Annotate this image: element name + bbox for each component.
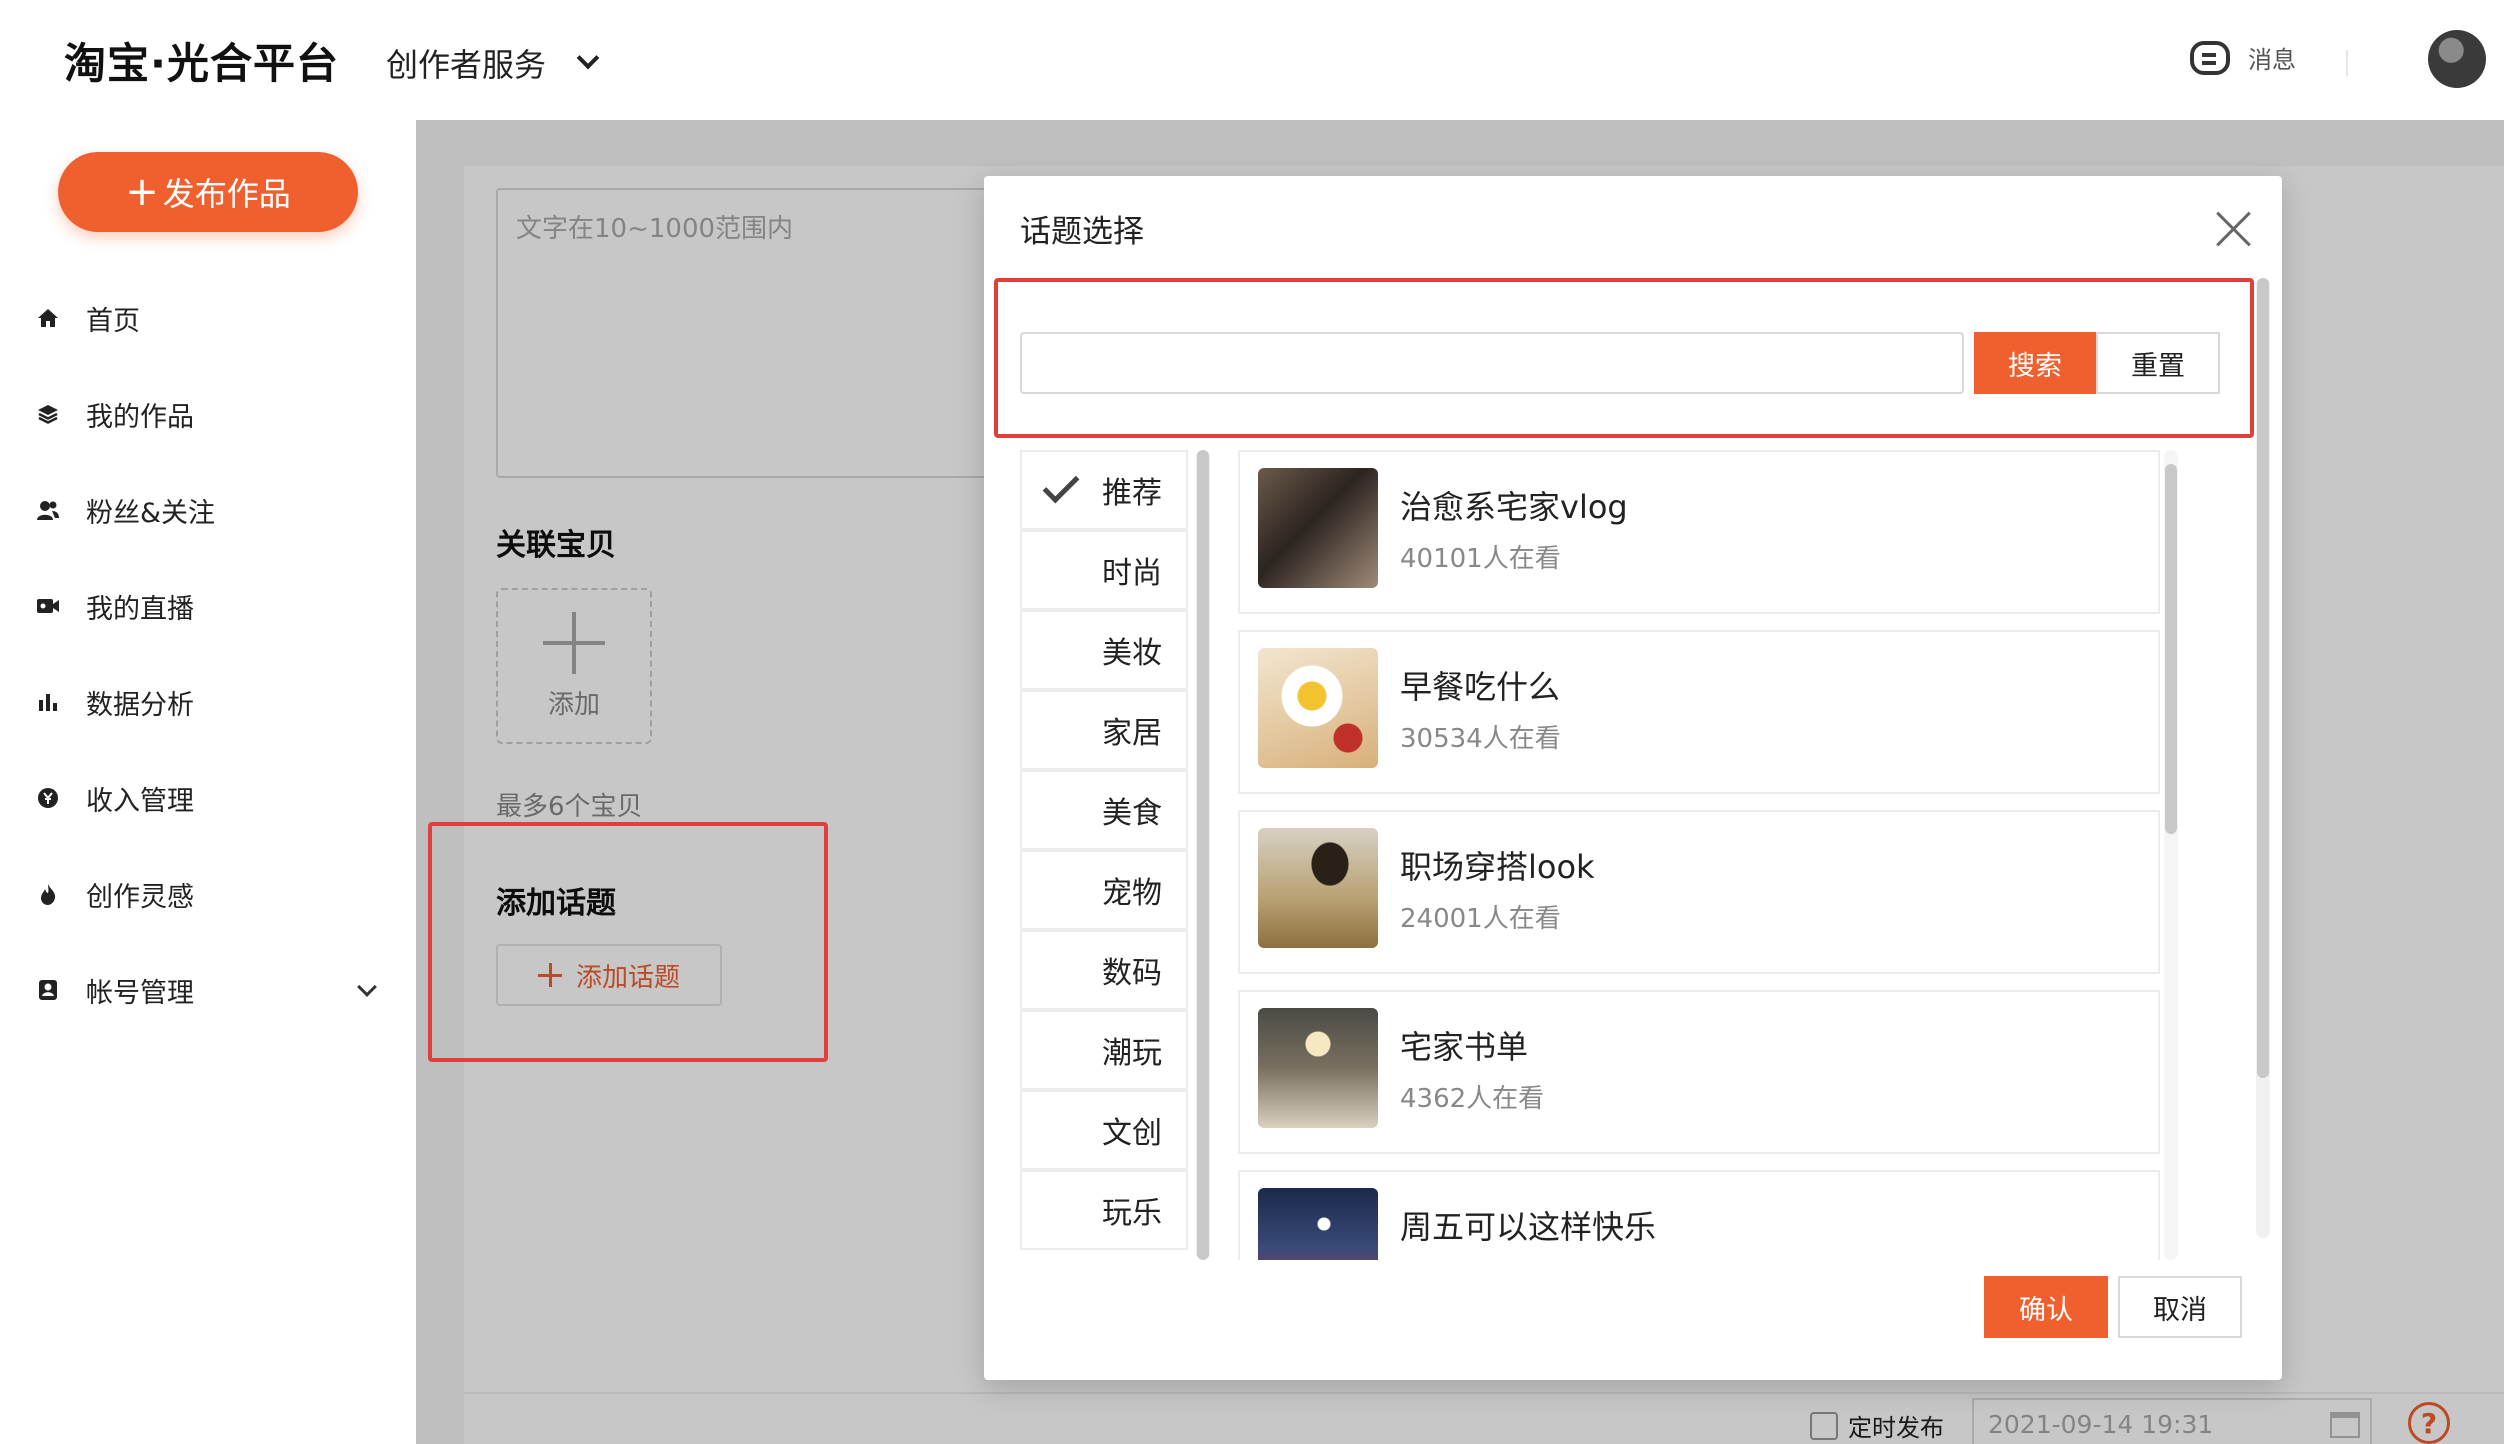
topic-select-dialog: 话题选择 搜索 重置 推荐 时尚 美妆 家居 美食 宠物 数码 潮玩 文创 玩乐… — [984, 176, 2282, 1380]
topic-name: 宅家书单 — [1400, 1028, 1529, 1066]
sidebar-menu: 首页 我的作品 粉丝&关注 我的直播 数据分析 收入管理 创作灵感 帐号管理 — [0, 270, 416, 1038]
category-label: 数码 — [1102, 956, 1162, 991]
flame-icon — [36, 882, 60, 906]
category-item[interactable]: 玩乐 — [1020, 1170, 1188, 1250]
topic-viewers: 24001人在看 — [1400, 904, 1561, 934]
topic-viewers: 40101人在看 — [1400, 544, 1561, 574]
category-label: 潮玩 — [1102, 1036, 1162, 1071]
account-icon — [36, 978, 60, 1002]
sidebar-item-home[interactable]: 首页 — [0, 270, 416, 366]
category-item[interactable]: 时尚 — [1020, 530, 1188, 610]
category-label: 推荐 — [1102, 476, 1162, 511]
publish-work-label: 发布作品 — [162, 175, 291, 213]
dialog-title: 话题选择 — [1020, 214, 1144, 250]
sidebar-item-account[interactable]: 帐号管理 — [0, 942, 416, 1038]
bar-chart-icon — [36, 690, 60, 714]
chevron-down-icon — [357, 977, 377, 997]
sidebar-item-label: 我的直播 — [86, 593, 194, 625]
category-label: 家居 — [1102, 716, 1162, 751]
dialog-scrollbar[interactable] — [2256, 278, 2270, 1238]
sidebar-item-analytics[interactable]: 数据分析 — [0, 654, 416, 750]
sidebar-item-label: 数据分析 — [86, 689, 194, 721]
topic-list: 治愈系宅家vlog 40101人在看 早餐吃什么 30534人在看 职场穿搭lo… — [1238, 450, 2160, 1260]
topic-viewers: 4362人在看 — [1400, 1084, 1545, 1114]
sidebar-item-label: 收入管理 — [86, 785, 194, 817]
sidebar-item-fans[interactable]: 粉丝&关注 — [0, 462, 416, 558]
confirm-button[interactable]: 确认 — [1984, 1276, 2108, 1338]
category-item-recommended[interactable]: 推荐 — [1020, 450, 1188, 530]
category-item[interactable]: 数码 — [1020, 930, 1188, 1010]
user-avatar[interactable] — [2428, 30, 2486, 88]
sidebar-item-label: 我的作品 — [86, 401, 194, 433]
category-list: 推荐 时尚 美妆 家居 美食 宠物 数码 潮玩 文创 玩乐 — [1020, 450, 1190, 1260]
category-label: 美食 — [1102, 796, 1162, 831]
category-label: 文创 — [1102, 1116, 1162, 1151]
messages-button[interactable]: 消息 — [2190, 40, 2296, 75]
sidebar-item-label: 粉丝&关注 — [86, 497, 216, 529]
topic-thumbnail — [1258, 1188, 1378, 1260]
topic-item[interactable]: 治愈系宅家vlog 40101人在看 — [1238, 450, 2160, 614]
highlight-box-add-topic — [428, 822, 828, 1062]
topic-item[interactable]: 宅家书单 4362人在看 — [1238, 990, 2160, 1154]
topic-thumbnail — [1258, 468, 1378, 588]
category-item[interactable]: 家居 — [1020, 690, 1188, 770]
messages-label: 消息 — [2248, 46, 2296, 74]
layers-icon — [36, 402, 60, 426]
chevron-down-icon — [576, 46, 600, 70]
close-icon[interactable] — [2214, 210, 2254, 250]
topic-name: 早餐吃什么 — [1400, 668, 1561, 706]
platform-logo[interactable]: 淘宝·光合平台 — [64, 30, 339, 91]
category-item[interactable]: 潮玩 — [1020, 1010, 1188, 1090]
category-label: 玩乐 — [1102, 1196, 1162, 1231]
sidebar-item-label: 帐号管理 — [86, 977, 194, 1009]
sidebar-item-label: 首页 — [86, 305, 140, 337]
header-divider — [2346, 50, 2348, 76]
publish-work-button[interactable]: + 发布作品 — [58, 152, 358, 232]
category-label: 美妆 — [1102, 636, 1162, 671]
topic-search-input[interactable] — [1020, 332, 1964, 394]
topic-item[interactable]: 周五可以这样快乐 — [1238, 1170, 2160, 1260]
sidebar-item-my-works[interactable]: 我的作品 — [0, 366, 416, 462]
category-item[interactable]: 宠物 — [1020, 850, 1188, 930]
topic-viewers: 30534人在看 — [1400, 724, 1561, 754]
users-icon — [36, 498, 60, 522]
sidebar: + 发布作品 首页 我的作品 粉丝&关注 我的直播 数据分析 收入管理 创作灵感… — [0, 120, 416, 1444]
category-label: 时尚 — [1102, 556, 1162, 591]
sidebar-item-live[interactable]: 我的直播 — [0, 558, 416, 654]
reset-button[interactable]: 重置 — [2096, 332, 2220, 394]
sidebar-item-label: 创作灵感 — [86, 881, 194, 913]
creator-service-menu[interactable]: 创作者服务 — [386, 40, 600, 86]
category-item[interactable]: 美妆 — [1020, 610, 1188, 690]
category-item[interactable]: 文创 — [1020, 1090, 1188, 1170]
creator-service-label: 创作者服务 — [386, 46, 547, 84]
topic-thumbnail — [1258, 828, 1378, 948]
category-label: 宠物 — [1102, 876, 1162, 911]
topic-scrollbar[interactable] — [2164, 450, 2178, 1260]
search-button[interactable]: 搜索 — [1974, 332, 2096, 394]
money-icon — [36, 786, 60, 810]
topic-item[interactable]: 早餐吃什么 30534人在看 — [1238, 630, 2160, 794]
category-item[interactable]: 美食 — [1020, 770, 1188, 850]
topic-thumbnail — [1258, 648, 1378, 768]
home-icon — [36, 306, 60, 330]
category-scrollbar[interactable] — [1196, 450, 1210, 1260]
topic-name: 周五可以这样快乐 — [1400, 1208, 1657, 1246]
cancel-button[interactable]: 取消 — [2118, 1276, 2242, 1338]
sidebar-item-inspiration[interactable]: 创作灵感 — [0, 846, 416, 942]
message-icon — [2190, 40, 2230, 75]
topic-thumbnail — [1258, 1008, 1378, 1128]
plus-icon: + — [125, 169, 159, 215]
topic-name: 治愈系宅家vlog — [1400, 488, 1628, 526]
check-icon — [1042, 466, 1080, 504]
sidebar-item-income[interactable]: 收入管理 — [0, 750, 416, 846]
topic-name: 职场穿搭look — [1400, 848, 1595, 886]
topic-item[interactable]: 职场穿搭look 24001人在看 — [1238, 810, 2160, 974]
top-header: 淘宝·光合平台 创作者服务 消息 — [0, 0, 2504, 120]
video-icon — [36, 594, 60, 618]
